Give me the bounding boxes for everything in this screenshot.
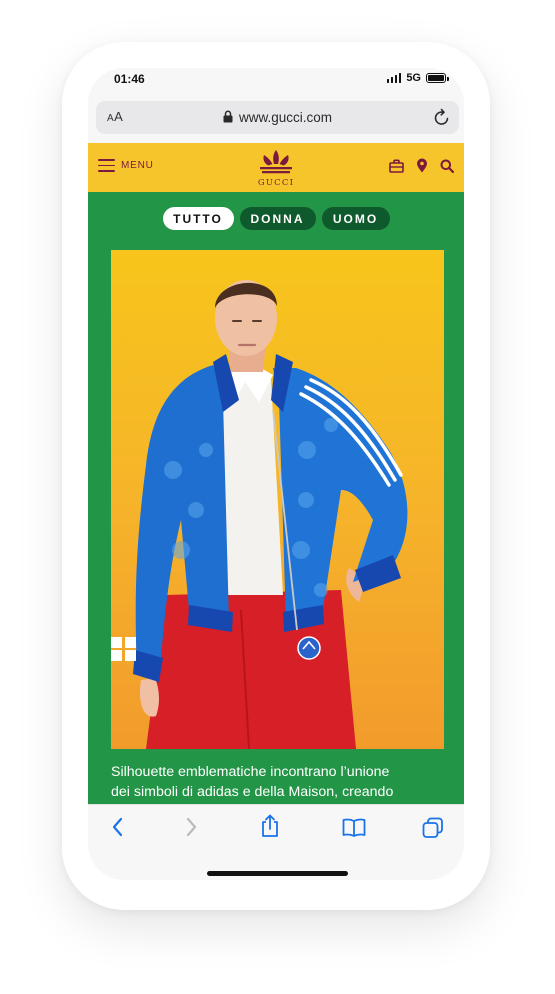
category-tabs: TUTTO DONNA UOMO — [88, 207, 464, 230]
back-icon[interactable] — [111, 817, 123, 837]
site-header: MENU GUCCI — [88, 143, 464, 192]
hero-image[interactable] — [111, 250, 444, 749]
caption-line-2: dei simboli di adidas e della Maison, cr… — [111, 784, 394, 800]
battery-icon — [426, 73, 449, 83]
tab-donna[interactable]: DONNA — [239, 207, 316, 230]
header-actions — [389, 158, 454, 173]
browser-address-area: AA www.gucci.com — [88, 96, 464, 143]
lock-icon — [223, 110, 233, 123]
reload-icon[interactable] — [433, 108, 451, 127]
forward-icon[interactable] — [186, 817, 198, 837]
status-time: 01:46 — [114, 72, 145, 86]
model-illustration — [111, 280, 408, 749]
url-text: www.gucci.com — [238, 110, 333, 125]
tab-tutto[interactable]: TUTTO — [162, 207, 234, 230]
share-icon[interactable] — [260, 814, 280, 838]
status-indicators: 5G — [386, 72, 449, 84]
address-bar[interactable]: AA www.gucci.com — [96, 101, 459, 134]
signal-icon — [386, 73, 402, 83]
page-content: TUTTO DONNA UOMO Silhouette emblematiche… — [88, 192, 464, 804]
home-indicator[interactable] — [207, 871, 348, 876]
tab-uomo[interactable]: UOMO — [321, 207, 390, 230]
status-bar: 01:46 5G — [88, 68, 464, 96]
search-icon[interactable] — [440, 159, 454, 173]
hamburger-icon — [98, 159, 115, 172]
tabs-icon[interactable] — [422, 817, 444, 839]
hero-caption: Silhouette emblematiche incontrano l’uni… — [111, 762, 447, 802]
menu-label: MENU — [121, 160, 154, 171]
browser-toolbar — [88, 804, 464, 880]
network-type: 5G — [406, 72, 421, 84]
svg-text:GUCCI: GUCCI — [258, 178, 294, 188]
url-display[interactable]: www.gucci.com — [96, 110, 459, 125]
gucci-adidas-logo[interactable]: GUCCI — [254, 148, 298, 188]
phone-screen: 01:46 5G AA www.gucci.com MENU GUCCI TUT… — [88, 68, 464, 880]
bag-icon[interactable] — [389, 159, 404, 173]
bookmarks-icon[interactable] — [342, 818, 366, 837]
caption-line-1: Silhouette emblematiche incontrano l’uni… — [111, 764, 390, 780]
menu-button[interactable]: MENU — [98, 159, 154, 172]
location-pin-icon[interactable] — [416, 158, 428, 173]
